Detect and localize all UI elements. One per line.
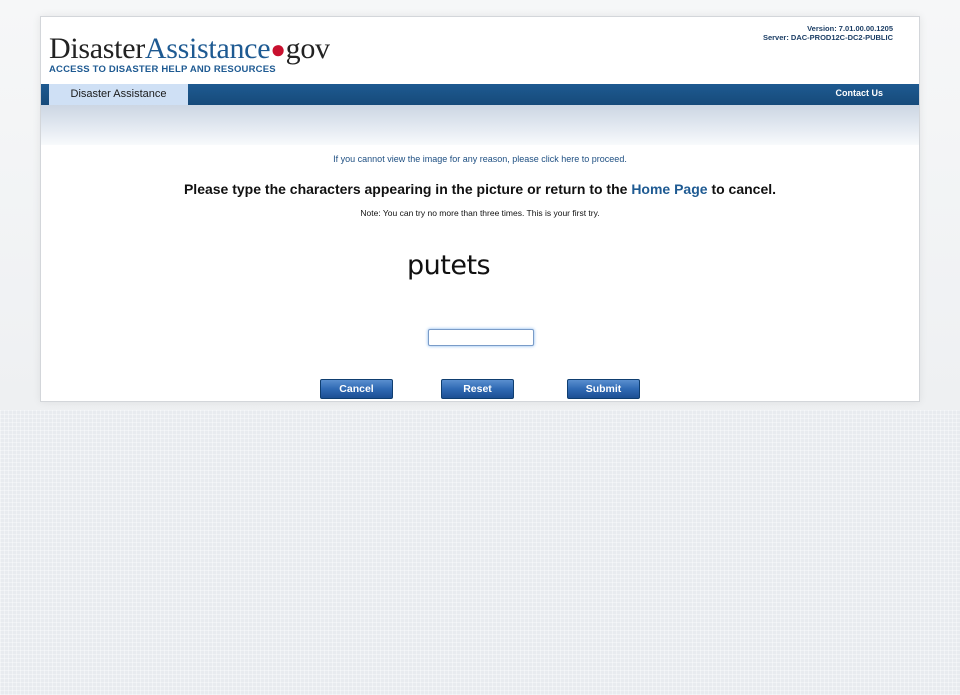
version-info: Version: 7.01.00.00.1205 Server: DAC-PRO… bbox=[763, 24, 893, 42]
instruction-text-after: to cancel. bbox=[707, 181, 777, 197]
version-text: Version: 7.01.00.00.1205 bbox=[807, 24, 893, 33]
site-logo[interactable]: DisasterAssistance●gov ACCESS TO DISASTE… bbox=[49, 33, 330, 76]
submit-button[interactable]: Submit bbox=[567, 379, 640, 399]
header-gradient-band bbox=[41, 105, 919, 145]
home-page-link[interactable]: Home Page bbox=[631, 181, 707, 197]
page-container: DisasterAssistance●gov ACCESS TO DISASTE… bbox=[40, 16, 920, 402]
site-header: DisasterAssistance●gov ACCESS TO DISASTE… bbox=[41, 17, 919, 84]
logo-dot-icon: ● bbox=[270, 35, 286, 64]
main-nav: Disaster Assistance Contact Us bbox=[41, 84, 919, 105]
attempts-note: Note: You can try no more than three tim… bbox=[360, 208, 600, 218]
cancel-button[interactable]: Cancel bbox=[320, 379, 393, 399]
proceed-link[interactable]: If you cannot view the image for any rea… bbox=[41, 154, 919, 164]
reset-button[interactable]: Reset bbox=[441, 379, 514, 399]
instruction-text-before: Please type the characters appearing in … bbox=[183, 181, 632, 197]
captcha-instruction: Please type the characters appearing in … bbox=[41, 181, 919, 197]
logo-assistance-text: Assistance bbox=[144, 32, 271, 65]
logo-tagline: ACCESS TO DISASTER HELP AND RESOURCES bbox=[49, 64, 276, 75]
captcha-image: putets bbox=[407, 250, 491, 281]
logo-gov-text: gov bbox=[285, 32, 330, 65]
logo-wordmark: DisasterAssistance●gov bbox=[49, 33, 330, 66]
page-background-pattern bbox=[0, 410, 960, 695]
contact-us-link[interactable]: Contact Us bbox=[835, 84, 883, 105]
server-text: Server: DAC-PROD12C-DC2-PUBLIC bbox=[762, 33, 893, 42]
captcha-input[interactable] bbox=[428, 329, 534, 346]
logo-disaster-text: Disaster bbox=[49, 32, 145, 65]
nav-tab-disaster-assistance[interactable]: Disaster Assistance bbox=[49, 84, 188, 105]
